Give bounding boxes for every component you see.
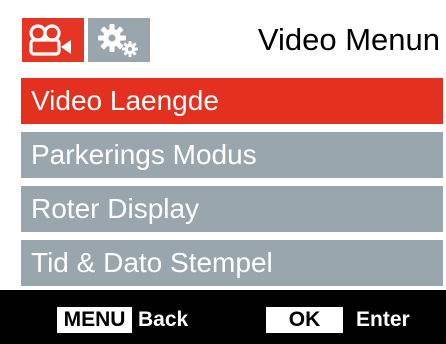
enter-label: Enter (356, 308, 410, 331)
gears-icon (98, 24, 138, 57)
menu-item-parking-mode[interactable]: Parkerings Modus (21, 132, 443, 178)
menu-item-rotate-display[interactable]: Roter Display (21, 186, 443, 232)
menu-item-time-date-stamp[interactable]: Tid & Dato Stempel (21, 240, 443, 286)
menu-list: Video Laengde Parkerings Modus Roter Dis… (0, 68, 446, 290)
button-hint-bar: MENU Back OK Enter (0, 290, 446, 344)
dashcam-screen: Video Menun Video Laengde Parkerings Mod… (0, 0, 446, 344)
page-title: Video Menun (257, 22, 440, 57)
tab-video-menu[interactable] (22, 18, 84, 62)
ok-key[interactable]: OK (266, 307, 343, 333)
tab-settings-menu[interactable] (88, 18, 150, 62)
back-label: Back (138, 308, 189, 331)
video-camera-icon (29, 24, 71, 56)
menu-header: Video Menun (0, 0, 446, 68)
menu-key[interactable]: MENU (57, 307, 132, 333)
menu-item-video-length[interactable]: Video Laengde (21, 78, 443, 124)
